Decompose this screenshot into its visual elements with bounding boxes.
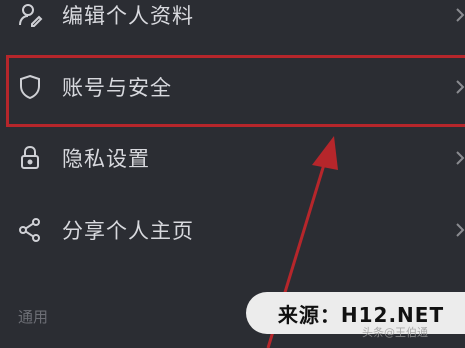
faint-watermark: 头条@王伯通 <box>362 326 428 339</box>
watermark-badge: 来源：H12.NET <box>246 292 465 334</box>
